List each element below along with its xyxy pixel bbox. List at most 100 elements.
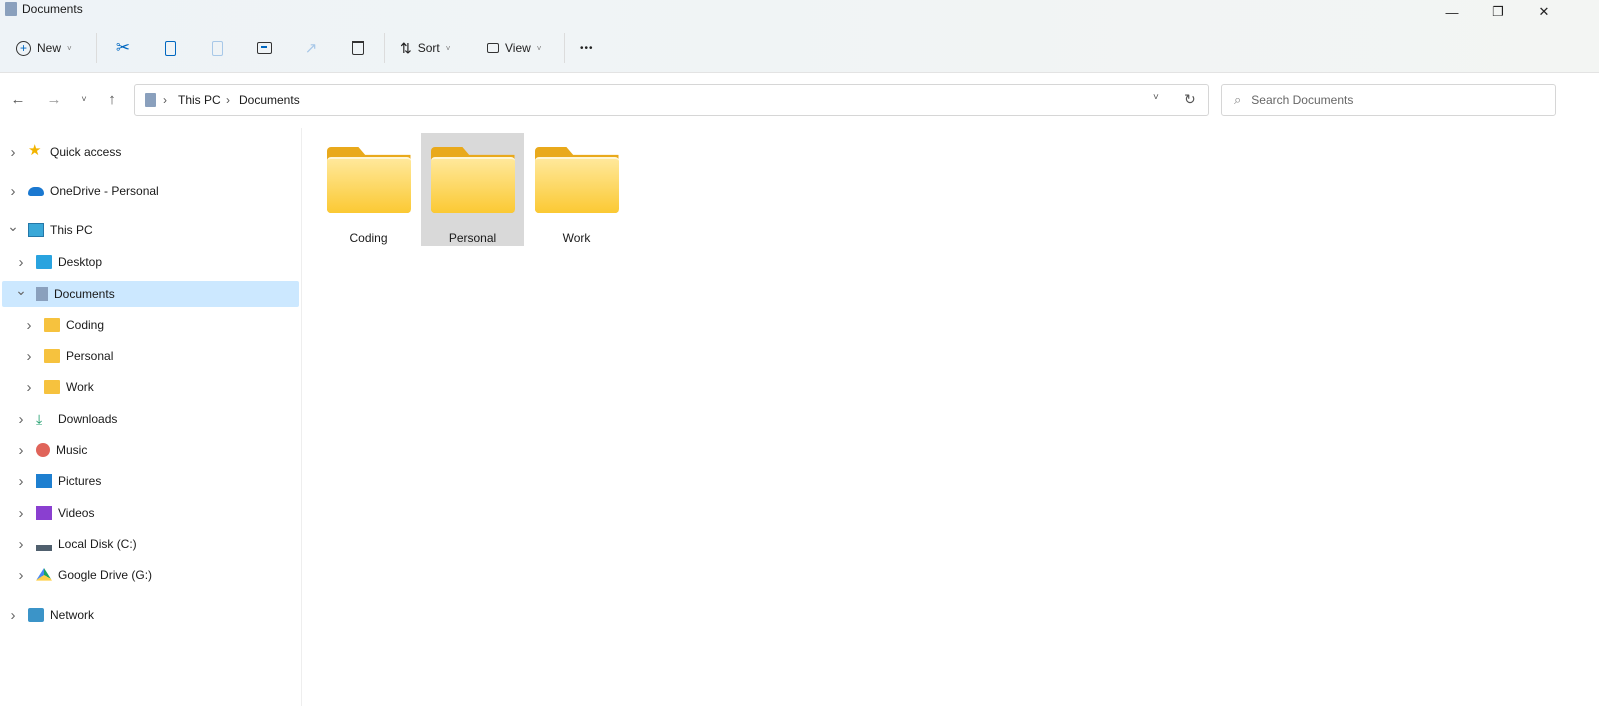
chevron-right-icon[interactable]: › (22, 317, 36, 334)
sidebar-item-downloads[interactable]: › ⤓ Downloads (2, 406, 299, 432)
scissors-icon: ✂ (115, 38, 131, 57)
sidebar-item-label: This PC (50, 223, 93, 237)
divider (96, 33, 97, 63)
refresh-icon[interactable]: ↻ (1184, 91, 1196, 108)
search-icon: ⌕ (1234, 92, 1242, 107)
search-box[interactable]: ⌕ Search Documents (1221, 84, 1556, 116)
chevron-right-icon[interactable]: › (14, 505, 28, 522)
pane-divider[interactable] (301, 128, 302, 706)
folder-tile[interactable]: Coding (317, 133, 420, 246)
sidebar-item-coding[interactable]: › Coding (2, 312, 299, 338)
delete-button[interactable] (343, 33, 373, 63)
chevron-right-icon[interactable]: › (6, 183, 20, 200)
sidebar-item-label: Quick access (50, 145, 122, 159)
sidebar-item-quick-access[interactable]: › ★ Quick access (2, 139, 299, 165)
folder-tile[interactable]: Personal (421, 133, 524, 246)
chevron-down-icon[interactable]: ⌄ (6, 218, 20, 235)
close-button[interactable]: ✕ (1521, 0, 1567, 24)
sidebar-item-label: Google Drive (G:) (58, 568, 153, 582)
desktop-icon (36, 255, 52, 269)
sidebar-item-label: Documents (54, 287, 115, 301)
sidebar-item-google-drive-g[interactable]: › Google Drive (G:) (2, 562, 299, 588)
address-history-chevron-icon[interactable]: ˅ (1153, 92, 1159, 103)
command-bar-area (0, 0, 1599, 73)
chevron-right-icon[interactable]: › (6, 607, 20, 624)
rename-button[interactable] (249, 33, 279, 63)
copy-icon (164, 40, 176, 56)
divider (384, 33, 385, 63)
sidebar-item-pictures[interactable]: › Pictures (2, 468, 299, 494)
sidebar-item-network[interactable]: › Network (2, 602, 299, 628)
sidebar-item-this-pc[interactable]: ⌄ This PC (2, 217, 299, 243)
chevron-right-icon[interactable]: › (14, 567, 28, 584)
sort-button[interactable]: ⇅ Sort ˅ (400, 33, 450, 63)
chevron-right-icon[interactable]: › (14, 473, 28, 490)
paste-button[interactable] (202, 33, 232, 63)
breadcrumb-separator: › (163, 93, 167, 107)
recent-locations-button[interactable]: ˅ (74, 94, 94, 104)
sidebar-item-music[interactable]: › Music (2, 437, 299, 463)
cut-button[interactable]: ✂ (108, 33, 138, 63)
folder-icon (44, 349, 60, 363)
sidebar-item-label: Local Disk (C:) (58, 537, 137, 551)
folder-tile[interactable]: Work (525, 133, 628, 246)
breadcrumb-this-pc[interactable]: This PC (178, 93, 221, 107)
trash-icon (352, 41, 364, 55)
sidebar-item-label: Pictures (58, 474, 102, 488)
view-label: View (505, 41, 531, 55)
sidebar-item-onedrive-personal[interactable]: › OneDrive - Personal (2, 178, 299, 204)
chevron-right-icon[interactable]: › (6, 144, 20, 161)
sidebar-item-label: Music (56, 443, 88, 457)
documents-icon (36, 287, 48, 301)
new-button[interactable]: + New ˅ (16, 33, 72, 63)
divider (564, 33, 565, 63)
folder-name: Work (562, 231, 591, 245)
sidebar-item-label: Coding (66, 318, 105, 332)
breadcrumb-documents[interactable]: Documents (239, 93, 300, 107)
window-title: Documents (22, 2, 83, 16)
folder-icon (326, 147, 411, 213)
address-bar[interactable]: › This PC › Documents ˅ ↻ (134, 84, 1209, 116)
view-button[interactable]: View ˅ (487, 33, 541, 63)
sidebar-item-label: Videos (58, 506, 95, 520)
restore-button[interactable]: ❐ (1475, 0, 1521, 24)
plus-circle-icon: + (16, 40, 31, 56)
minimize-button[interactable]: — (1429, 0, 1475, 24)
forward-button[interactable]: → (44, 91, 64, 108)
network-icon (28, 608, 44, 622)
back-button[interactable]: ← (8, 91, 28, 108)
chevron-right-icon[interactable]: › (14, 254, 28, 271)
sidebar-item-desktop[interactable]: › Desktop (2, 249, 299, 275)
sidebar-item-label: Work (66, 380, 94, 394)
sidebar-item-personal[interactable]: › Personal (2, 343, 299, 369)
chevron-right-icon[interactable]: › (22, 379, 36, 396)
chevron-right-icon[interactable]: › (14, 536, 28, 553)
up-button[interactable]: ↑ (102, 91, 122, 108)
copy-button[interactable] (155, 33, 185, 63)
sidebar-item-documents[interactable]: ⌄ Documents (2, 281, 299, 307)
chevron-down-icon[interactable]: ⌄ (14, 282, 28, 299)
sidebar-item-work[interactable]: › Work (2, 374, 299, 400)
more-options-button[interactable]: ••• (580, 33, 594, 63)
documents-icon (145, 93, 156, 107)
share-button[interactable]: ↗ (296, 33, 326, 63)
sidebar-item-label: Desktop (58, 255, 103, 269)
chevron-right-icon[interactable]: › (14, 442, 28, 459)
chevron-right-icon[interactable]: › (22, 348, 36, 365)
onedrive-icon (28, 186, 44, 196)
sidebar-item-label: Personal (66, 349, 114, 363)
chevron-right-icon[interactable]: › (14, 411, 28, 428)
sidebar-item-videos[interactable]: › Videos (2, 500, 299, 526)
sort-label: Sort (417, 41, 440, 55)
google-drive-icon (36, 568, 52, 581)
view-icon (487, 43, 499, 53)
folder-icon (534, 147, 619, 213)
sidebar-item-local-disk-c[interactable]: › Local Disk (C:) (2, 531, 299, 557)
sidebar-item-label: Downloads (58, 412, 118, 426)
chevron-down-icon: ˅ (536, 43, 542, 53)
paste-icon (211, 40, 223, 56)
breadcrumb-separator: › (226, 93, 230, 107)
sort-icon: ⇅ (400, 39, 412, 56)
sidebar-item-label: Network (50, 608, 95, 622)
documents-icon (5, 2, 17, 16)
